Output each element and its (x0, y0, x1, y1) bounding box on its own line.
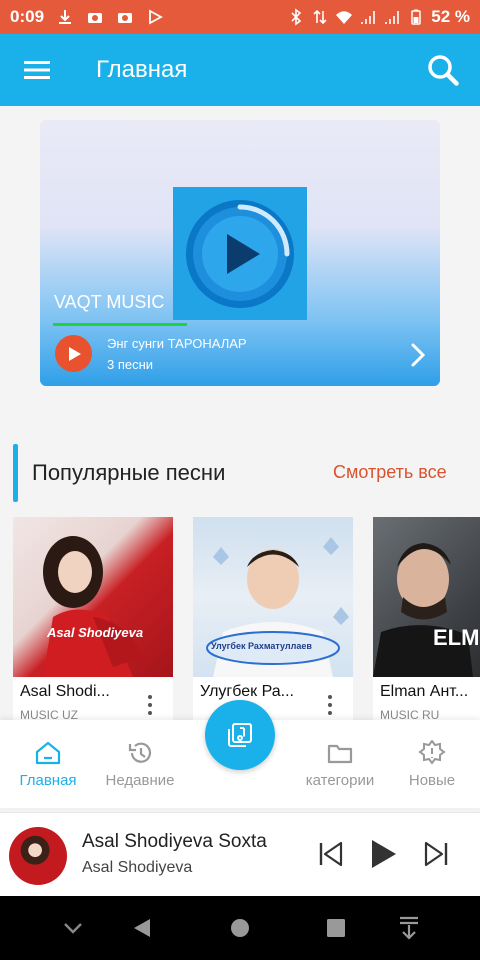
play-button[interactable] (366, 837, 400, 871)
section-title: Популярные песни (32, 460, 226, 485)
more-options-button[interactable] (147, 695, 153, 715)
singer-photo-art (43, 536, 143, 677)
nav-label: Главная (19, 772, 77, 789)
play-icon (68, 346, 81, 361)
song-name: Улугбек Ра... (200, 683, 294, 700)
song-name: Asal Shodi... (20, 683, 110, 700)
menu-button[interactable] (0, 34, 74, 106)
data-arrows-icon (313, 9, 327, 25)
app-bar: Главная (0, 34, 480, 106)
play-store-icon (149, 9, 163, 25)
chevron-right-icon (411, 343, 426, 367)
chevron-down-icon (64, 923, 82, 934)
search-button[interactable] (406, 34, 480, 106)
cover-watermark-name: ELMA (433, 625, 480, 650)
status-time: 0:09 (10, 7, 45, 26)
song-card[interactable]: Улугбек Рахматуллаев Улугбек Ра... (193, 517, 353, 722)
mini-player[interactable]: Asal Shodiyeva Soxta Asal Shodiyeva (0, 812, 480, 896)
song-carousel[interactable]: Asal Shodiyeva Asal Shodi... MUSIC UZ Ул… (0, 517, 480, 722)
back-button[interactable] (126, 912, 158, 944)
home-circle-icon (231, 919, 249, 937)
see-all-link[interactable]: Смотреть все (333, 462, 447, 483)
search-icon (428, 55, 459, 86)
home-icon (35, 741, 61, 765)
song-card[interactable]: Asal Shodiyeva Asal Shodi... MUSIC UZ (13, 517, 173, 722)
music-player-logo-icon (186, 199, 294, 308)
folder-icon (327, 744, 353, 764)
song-cover: ELMA (373, 517, 480, 677)
play-icon (372, 840, 396, 868)
skip-previous-icon (319, 841, 343, 867)
cover-watermark-name: Улугбек Рахматуллаев (211, 641, 312, 651)
song-cover: Asal Shodiyeva (13, 517, 173, 677)
banner-artwork (173, 187, 307, 320)
nav-item-new[interactable]: Новые (384, 720, 480, 808)
nav-label: Новые (408, 772, 456, 789)
singer-photo-art (373, 543, 473, 677)
download-icon (59, 10, 72, 24)
system-navigation-bar (0, 896, 480, 960)
battery-icon (411, 9, 421, 25)
featured-banner[interactable]: VAQT MUSIC Энг сунги ТАРОНАЛАР 3 песни (40, 120, 440, 386)
previous-button[interactable] (313, 837, 347, 871)
wifi-icon (336, 11, 353, 24)
banner-label: VAQT MUSIC (54, 292, 165, 312)
notification-pull-button[interactable] (393, 912, 425, 944)
signal-icon-2 (385, 11, 400, 24)
status-bar: 0:09 52 % (0, 0, 480, 34)
camera-icon (88, 13, 103, 23)
more-icon (328, 695, 332, 699)
pull-down-icon (400, 916, 418, 940)
bluetooth-icon (291, 8, 302, 26)
history-icon (128, 742, 152, 763)
song-cover: Улугбек Рахматуллаев (193, 517, 353, 677)
song-card[interactable]: ELMA Elman Ант... MUSIC RU (373, 517, 480, 722)
music-library-icon (228, 723, 252, 747)
skip-next-icon (424, 841, 448, 867)
nav-item-recent[interactable]: Недавние (92, 720, 188, 808)
library-fab-button[interactable] (205, 700, 275, 770)
more-icon (148, 695, 152, 699)
song-name: Elman Ант... (380, 683, 469, 700)
cover-watermark-name: Asal Shodiyeva (47, 625, 144, 640)
back-triangle-icon (134, 919, 150, 937)
banner-playlist-title: Энг сунги ТАРОНАЛАР (107, 336, 247, 351)
collapse-button[interactable] (57, 912, 89, 944)
nav-label: Недавние (105, 772, 175, 789)
banner-playlist-count: 3 песни (107, 357, 154, 372)
nav-label: категории (305, 772, 375, 789)
recents-square-icon (327, 919, 345, 937)
now-playing-title: Asal Shodiyeva Soxta (82, 831, 267, 852)
now-playing-artist: Asal Shodiyeva (82, 859, 193, 876)
new-badge-icon (418, 740, 446, 765)
now-playing-cover (9, 827, 67, 885)
more-options-button[interactable] (327, 695, 333, 715)
singer-photo-art (206, 537, 349, 677)
battery-level: 52 % (431, 7, 470, 26)
banner-progress-bar (53, 323, 187, 326)
camera-icon-2 (118, 13, 133, 23)
section-accent-bar (13, 444, 18, 502)
hamburger-icon (24, 61, 50, 79)
nav-item-home[interactable]: Главная (0, 720, 96, 808)
nav-item-categories[interactable]: категории (292, 720, 388, 808)
next-button[interactable] (420, 837, 454, 871)
page-title: Главная (96, 56, 188, 83)
banner-play-button[interactable] (55, 335, 92, 372)
banner-open-button[interactable] (410, 342, 426, 373)
home-button[interactable] (224, 912, 256, 944)
recents-button[interactable] (320, 912, 352, 944)
signal-icon (361, 11, 376, 24)
